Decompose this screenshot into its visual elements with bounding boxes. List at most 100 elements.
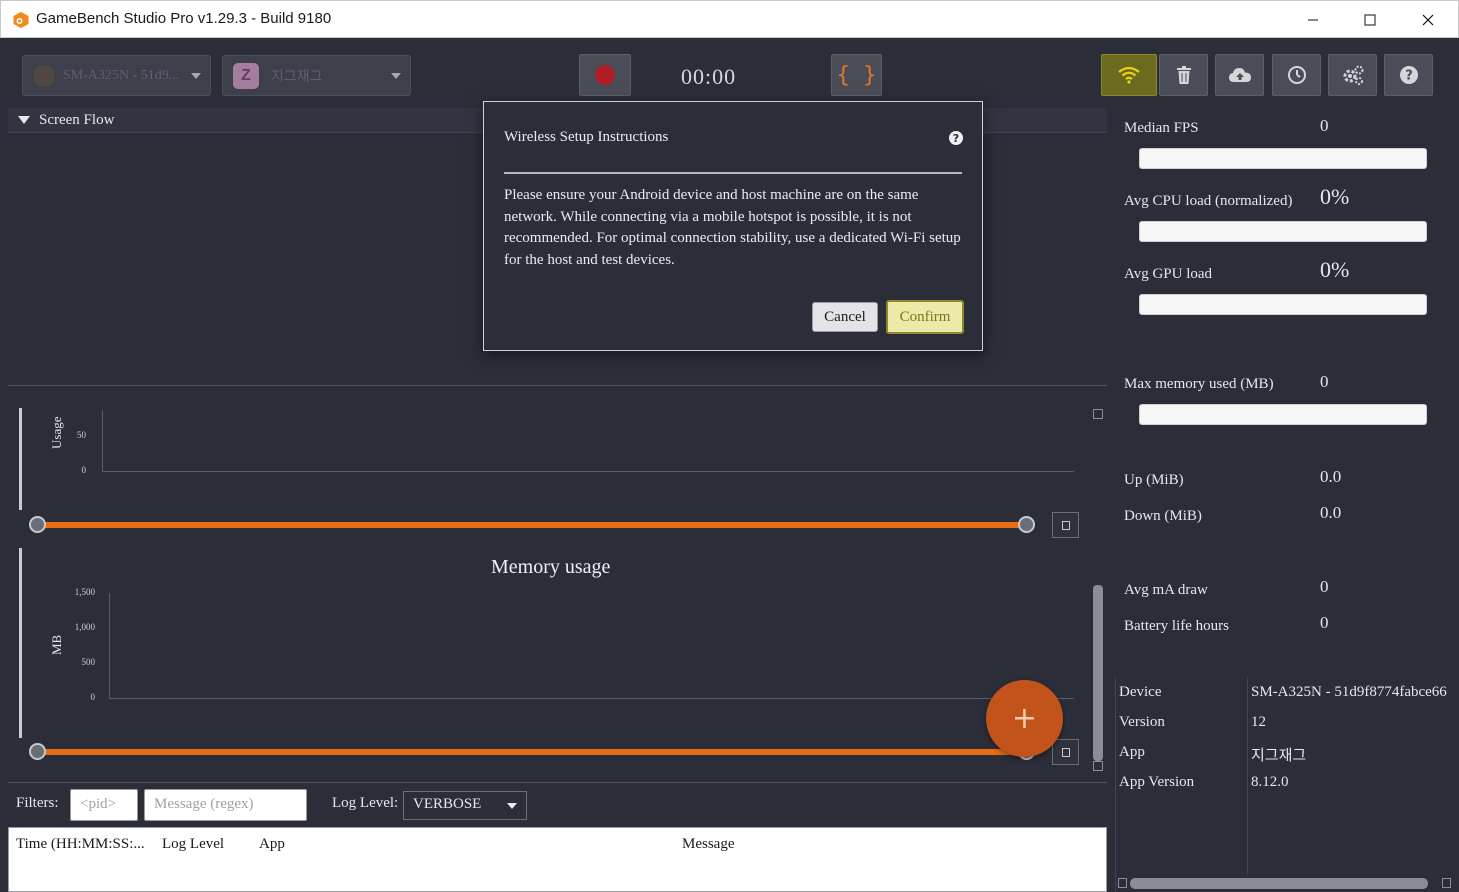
scrollbar-thumb[interactable] [1093,585,1103,761]
device-select-value: SM-A325N - 51d9... [63,67,180,83]
usage-y-axis [102,410,103,472]
app-select-value: 지그재그 [271,69,323,85]
pid-filter-input[interactable]: <pid> [70,789,138,821]
usage-tick: 0 [81,465,87,475]
usage-x-axis [102,471,1074,472]
cloud-upload-icon [1228,68,1251,82]
record-button[interactable] [579,54,631,96]
metric-label-max-memory: Max memory used (MB) [1124,376,1274,392]
memory-range-slider[interactable] [37,749,1027,755]
info-key-version: Version [1119,714,1165,730]
scrollbar-thumb[interactable] [1130,878,1428,889]
memory-export-button[interactable] [1052,739,1079,765]
log-column-message[interactable]: Message [682,836,735,853]
message-filter-input[interactable]: Message (regex) [144,789,307,821]
log-column-app[interactable]: App [259,836,285,853]
json-button[interactable]: { } [831,54,882,96]
info-value-device: SM-A325N - 51d9f8774fabce66 [1251,684,1447,700]
max-memory-bar [1139,404,1427,425]
metric-value-median-fps: 0 [1320,116,1329,135]
maximize-button[interactable] [1341,1,1399,38]
close-icon [1422,14,1434,25]
window-title: GameBench Studio Pro v1.29.3 - Build 918… [36,10,332,27]
log-level-label: Log Level: [332,795,399,811]
usage-range-slider[interactable] [37,522,1027,528]
usage-range-end-handle[interactable] [1018,516,1035,533]
usage-chart-frame [19,408,22,510]
confirm-button[interactable]: Confirm [886,300,964,334]
log-column-level[interactable]: Log Level [162,836,224,853]
metric-label-battery-life: Battery life hours [1124,618,1229,634]
cancel-button[interactable]: Cancel [812,302,878,332]
scroll-right-icon[interactable] [1442,878,1451,888]
svg-text:?: ? [1405,69,1413,84]
close-button[interactable] [1399,1,1457,38]
history-icon [1287,66,1306,84]
scroll-up-icon[interactable] [1093,409,1103,419]
dialog-divider [504,172,962,174]
delete-button[interactable] [1159,54,1208,96]
help-button[interactable]: ? [1384,54,1433,96]
memory-chart-ylabel: MB [49,634,64,655]
wifi-button[interactable] [1101,54,1157,96]
metric-label-gpu-load: Avg GPU load [1124,266,1213,282]
memory-tick: 0 [90,692,96,702]
metric-label-avg-ma: Avg mA draw [1124,582,1208,598]
settings-button[interactable] [1328,54,1377,96]
memory-x-axis [109,698,1074,699]
dialog-title: Wireless Setup Instructions [504,129,669,145]
graphs-scrollbar[interactable] [1090,405,1106,776]
usage-export-button[interactable] [1052,512,1079,538]
memory-tick: 1,500 [74,587,95,597]
log-column-time[interactable]: Time (HH:MM:SS:... [16,836,145,853]
metric-label-median-fps: Median FPS [1124,120,1199,136]
device-info-hscrollbar[interactable] [1116,875,1455,891]
memory-chart-frame [19,548,22,738]
filters-label: Filters: [16,795,59,811]
info-value-version: 12 [1251,714,1266,730]
settings-icon [1343,65,1363,85]
chevron-down-icon [391,73,401,79]
add-chart-button[interactable]: + [986,680,1063,757]
minimize-icon [1308,19,1318,20]
upload-button[interactable] [1215,54,1264,96]
usage-tick: 50 [77,430,86,440]
wifi-icon [1118,66,1140,84]
gpu-load-bar [1139,294,1427,315]
minimize-button[interactable] [1284,1,1342,38]
memory-range-start-handle[interactable] [29,743,46,760]
device-select[interactable]: SM-A325N - 51d9... [22,55,211,96]
screen-flow-title: Screen Flow [39,111,115,128]
document-icon [1061,520,1070,530]
log-level-select[interactable]: VERBOSE [403,791,527,820]
braces-icon: { } [836,62,877,88]
metric-value-avg-ma: 0 [1320,577,1329,596]
toolbar: SM-A325N - 51d9... Z 지그재그 00:00 { } ? [1,38,1458,105]
info-value-app-version: 8.12.0 [1251,774,1289,790]
dialog-message: Please ensure your Android device and ho… [504,187,961,268]
metric-value-battery-life: 0 [1320,613,1329,632]
scroll-left-icon[interactable] [1118,878,1127,888]
help-icon[interactable]: ? [949,131,963,145]
app-select[interactable]: Z 지그재그 [222,55,411,96]
device-info-divider [1247,677,1248,875]
wireless-setup-dialog: Wireless Setup Instructions ? Please ens… [483,101,983,351]
help-icon: ? [1399,66,1418,84]
android-icon [33,64,55,87]
metric-label-cpu-load: Avg CPU load (normalized) [1124,193,1293,209]
document-icon [1061,747,1070,757]
metric-value-gpu-load: 0% [1320,257,1350,282]
app-logo-icon [13,12,29,28]
plus-icon: + [1011,701,1038,736]
memory-tick: 1,000 [74,622,95,632]
scroll-down-icon[interactable] [1093,761,1103,771]
memory-y-axis [109,593,110,699]
log-table: Time (HH:MM:SS:... Log Level App Message [8,827,1107,892]
usage-range-start-handle[interactable] [29,516,46,533]
info-key-app: App [1119,744,1145,760]
info-value-app: 지그재그 [1251,748,1307,764]
history-button[interactable] [1272,54,1321,96]
panel-divider [1107,105,1115,892]
metric-label-down: Down (MiB) [1124,508,1202,524]
app-icon: Z [233,62,259,89]
